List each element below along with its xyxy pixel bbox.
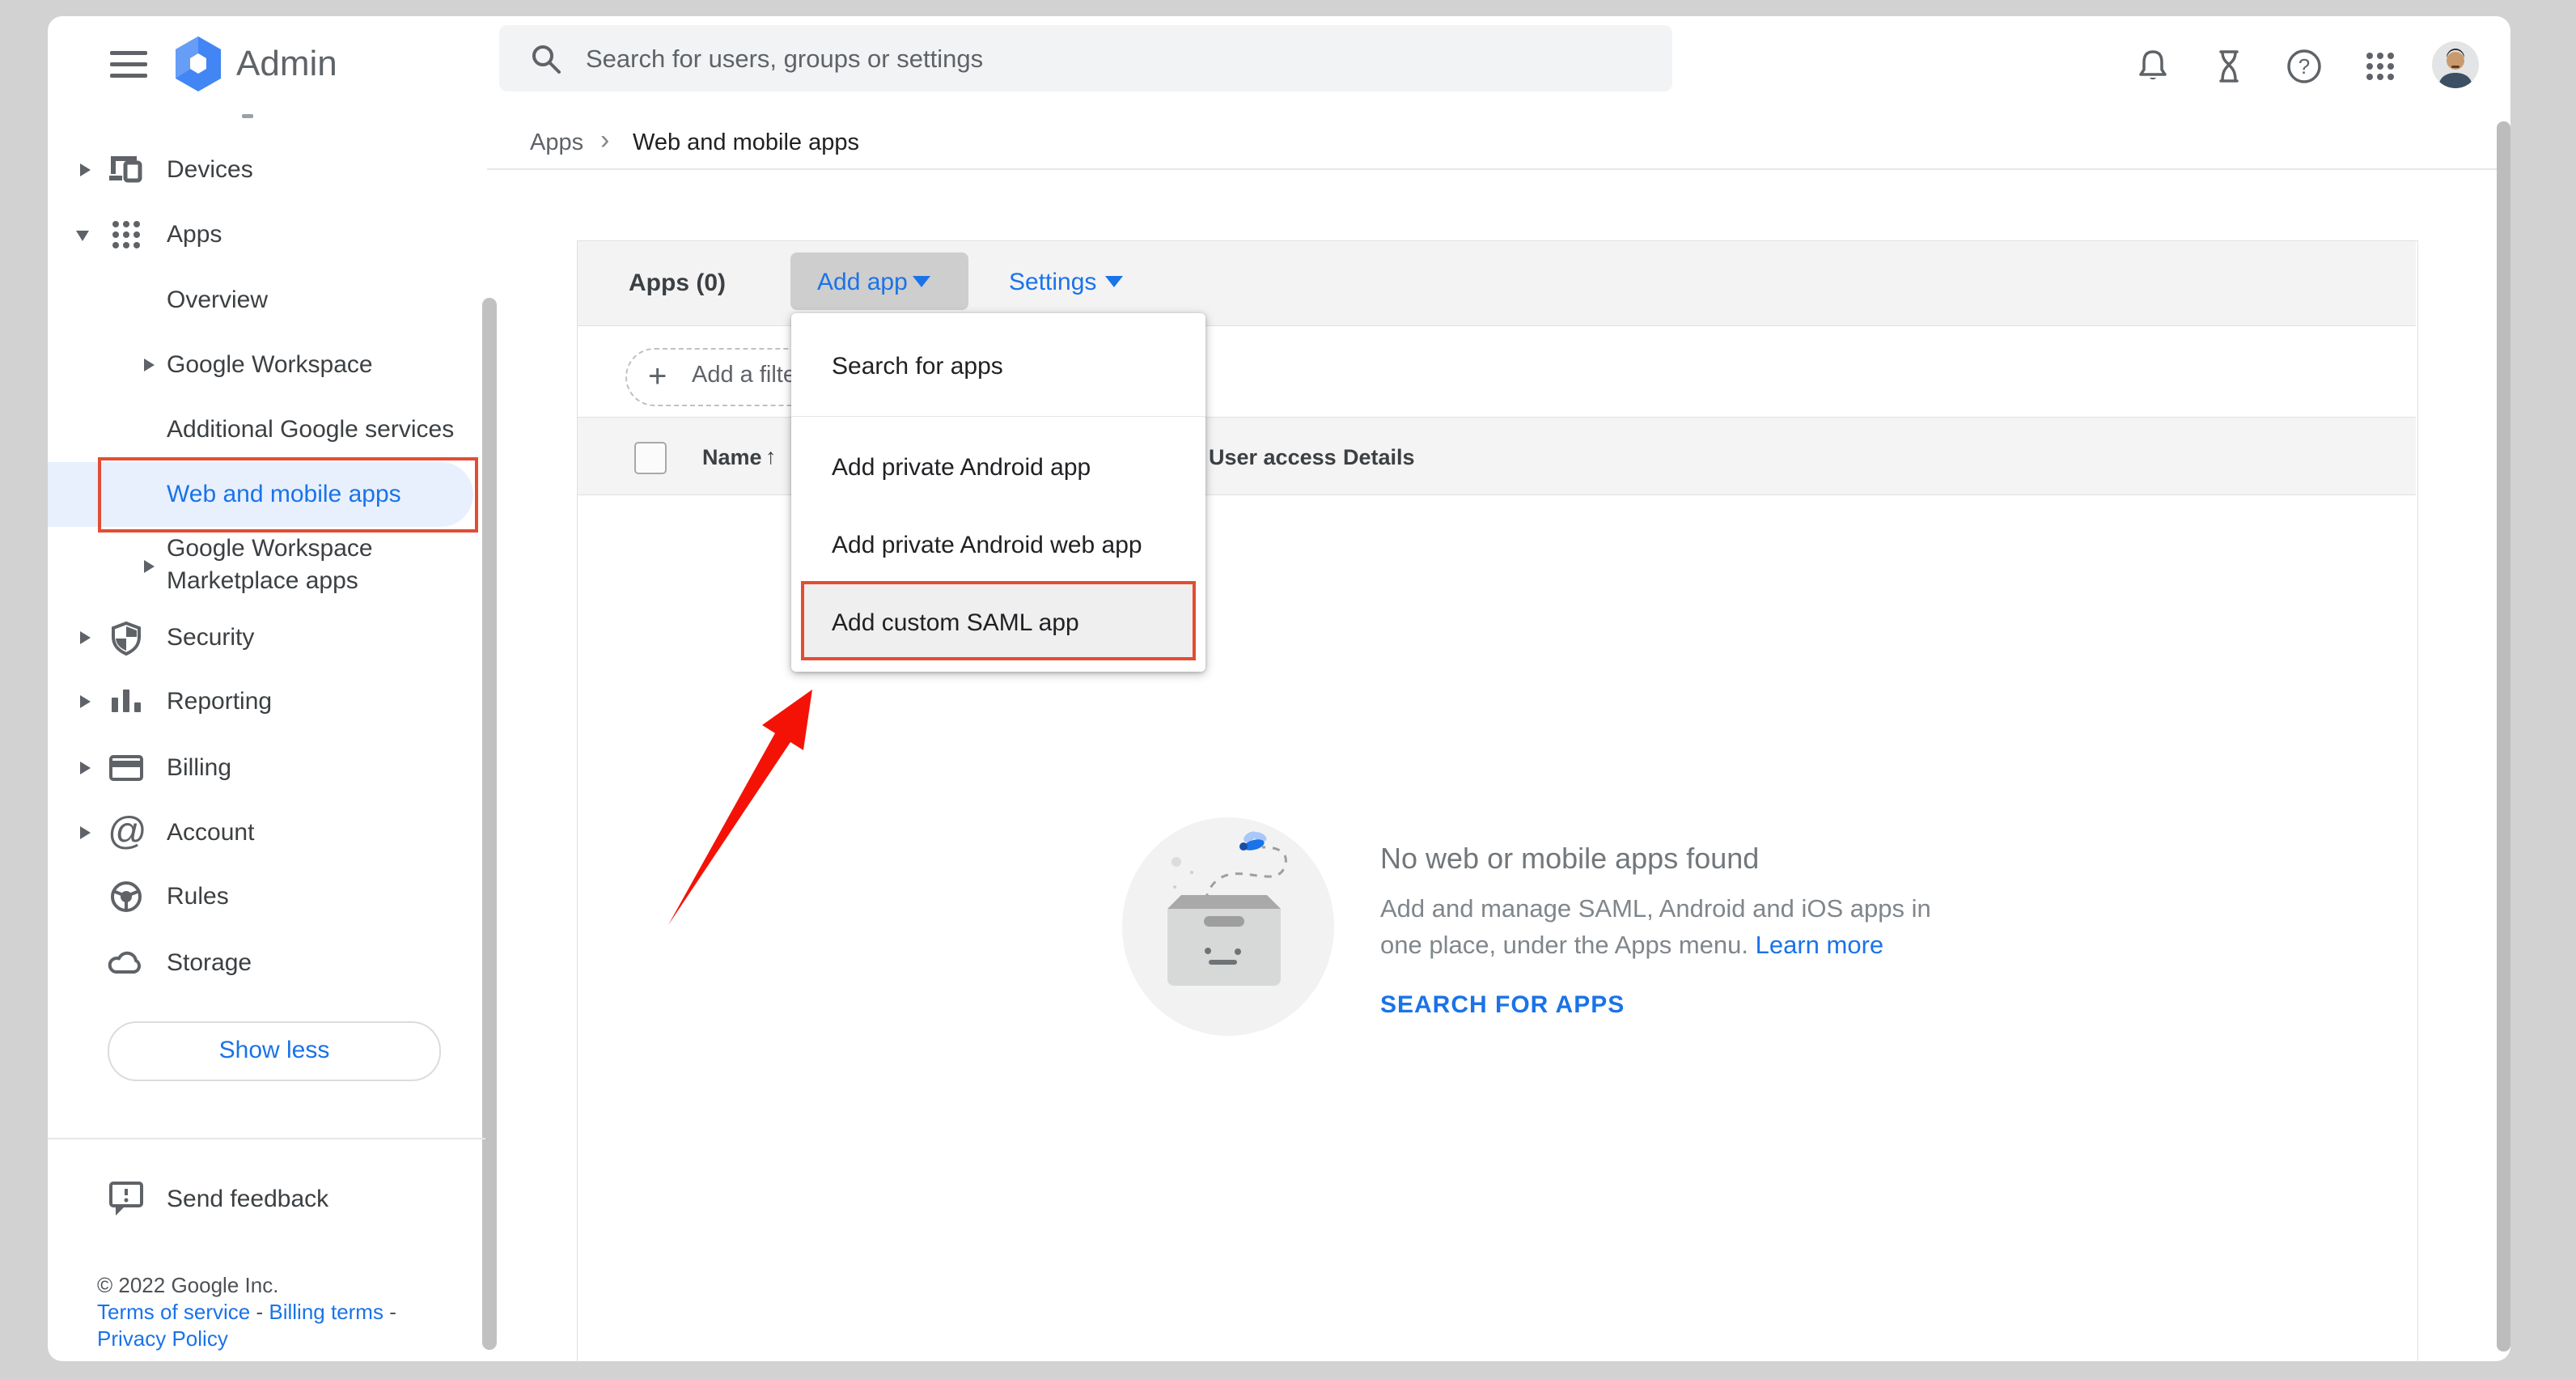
user-avatar[interactable] bbox=[2432, 41, 2479, 88]
chevron-right-icon[interactable] bbox=[144, 359, 155, 371]
breadcrumb-separator-icon: › bbox=[600, 124, 609, 156]
annotation-arrow bbox=[647, 672, 833, 939]
chevron-right-icon[interactable] bbox=[80, 163, 91, 176]
add-app-button-label[interactable]: Add app bbox=[817, 265, 908, 300]
privacy-policy-link[interactable]: Privacy Policy bbox=[97, 1326, 228, 1351]
chevron-down-icon[interactable] bbox=[76, 231, 89, 241]
main-scrollbar[interactable] bbox=[2497, 121, 2510, 1351]
empty-state-description: Add and manage SAML, Android and iOS app… bbox=[1380, 890, 1963, 963]
show-less-button[interactable]: Show less bbox=[108, 1021, 441, 1081]
sidebar-scrollbar[interactable] bbox=[482, 298, 497, 1350]
notifications-icon[interactable] bbox=[2133, 47, 2172, 86]
sidebar-item-apps[interactable]: Apps bbox=[167, 217, 222, 252]
footer-links: Terms of service - Billing terms - Priva… bbox=[97, 1299, 453, 1352]
billing-card-icon bbox=[109, 751, 143, 785]
sidebar-item-rules[interactable]: Rules bbox=[167, 879, 229, 914]
select-all-checkbox[interactable] bbox=[634, 442, 667, 474]
sidebar-footer-divider bbox=[48, 1138, 485, 1139]
column-header-details[interactable]: Details bbox=[1343, 441, 1415, 473]
chevron-right-icon[interactable] bbox=[80, 826, 91, 839]
sidebar-item-google-workspace[interactable]: Google Workspace bbox=[167, 347, 373, 383]
svg-text:?: ? bbox=[2298, 54, 2310, 78]
settings-button[interactable]: Settings bbox=[1009, 265, 1096, 300]
column-header-name[interactable]: Name bbox=[702, 441, 762, 473]
empty-state-line1: Add and manage SAML, Android and iOS app… bbox=[1380, 894, 1931, 923]
chevron-right-icon[interactable] bbox=[80, 631, 91, 644]
sidebar-item-gw-marketplace-apps[interactable]: Google Workspace Marketplace apps bbox=[167, 533, 442, 597]
sidebar-item-storage[interactable]: Storage bbox=[167, 945, 252, 981]
security-shield-icon bbox=[109, 621, 143, 656]
empty-state-title: No web or mobile apps found bbox=[1380, 840, 1759, 877]
menu-item-search-for-apps[interactable]: Search for apps bbox=[832, 349, 1003, 384]
storage-cloud-icon bbox=[108, 946, 145, 980]
search-icon bbox=[528, 41, 564, 77]
breadcrumb-parent[interactable]: Apps bbox=[530, 126, 583, 159]
sidebar-item-security[interactable]: Security bbox=[167, 620, 254, 656]
sidebar-item-account[interactable]: Account bbox=[167, 815, 254, 851]
copyright-text: © 2022 Google Inc. bbox=[97, 1272, 278, 1299]
help-icon[interactable]: ? bbox=[2285, 47, 2324, 86]
apps-icon bbox=[109, 218, 143, 252]
search-for-apps-link[interactable]: SEARCH FOR APPS bbox=[1380, 989, 1625, 1021]
product-title: Admin bbox=[236, 36, 337, 92]
scrolled-item-sliver bbox=[242, 114, 253, 118]
apps-grid-icon[interactable] bbox=[2361, 47, 2400, 86]
chevron-right-icon[interactable] bbox=[144, 560, 155, 573]
menu-divider bbox=[791, 416, 1205, 417]
rules-icon bbox=[109, 880, 143, 914]
reporting-chart-icon bbox=[109, 685, 143, 719]
devices-icon bbox=[108, 153, 145, 189]
account-at-icon: @ bbox=[108, 809, 147, 855]
menu-item-add-private-android-web-app[interactable]: Add private Android web app bbox=[832, 528, 1142, 563]
chevron-right-icon[interactable] bbox=[80, 762, 91, 774]
add-app-dropdown-menu: Search for apps Add private Android app … bbox=[791, 313, 1205, 672]
global-search bbox=[499, 25, 1672, 91]
sidebar-item-additional-google-services[interactable]: Additional Google services bbox=[167, 412, 454, 448]
google-admin-console: Admin ? Apps › bbox=[0, 0, 2576, 1379]
footer-separator: - bbox=[250, 1300, 269, 1324]
terms-of-service-link[interactable]: Terms of service bbox=[97, 1300, 250, 1324]
menu-item-add-custom-saml-app[interactable]: Add custom SAML app bbox=[832, 605, 1079, 641]
breadcrumb-current: Web and mobile apps bbox=[633, 126, 859, 159]
add-app-dropdown-arrow-icon[interactable] bbox=[913, 276, 930, 287]
sort-ascending-icon[interactable]: ↑ bbox=[765, 440, 777, 473]
sidebar-item-overview[interactable]: Overview bbox=[167, 282, 268, 318]
send-feedback-button[interactable]: Send feedback bbox=[167, 1182, 328, 1217]
sidebar-item-reporting[interactable]: Reporting bbox=[167, 684, 272, 719]
tasks-hourglass-icon[interactable] bbox=[2210, 47, 2248, 86]
plus-icon: + bbox=[648, 359, 667, 395]
sidebar-item-billing[interactable]: Billing bbox=[167, 750, 231, 786]
column-header-user-access[interactable]: User access bbox=[1209, 441, 1337, 473]
main-menu-icon[interactable] bbox=[110, 51, 147, 78]
annotation-box-web-and-mobile-apps bbox=[98, 457, 478, 533]
empty-box-illustration bbox=[1121, 816, 1339, 1039]
footer-separator: - bbox=[383, 1300, 396, 1324]
menu-item-add-private-android-app[interactable]: Add private Android app bbox=[832, 450, 1091, 486]
learn-more-link[interactable]: Learn more bbox=[1756, 931, 1884, 959]
sidebar-item-devices[interactable]: Devices bbox=[167, 152, 253, 188]
billing-terms-link[interactable]: Billing terms bbox=[269, 1300, 383, 1324]
empty-state-line2: one place, under the Apps menu. bbox=[1380, 931, 1756, 959]
settings-dropdown-arrow-icon[interactable] bbox=[1105, 276, 1123, 287]
breadcrumb-divider bbox=[487, 168, 2497, 170]
add-filter-label: Add a filter bbox=[692, 362, 804, 388]
search-input[interactable] bbox=[584, 25, 1639, 93]
apps-count-title: Apps (0) bbox=[629, 265, 726, 301]
google-admin-logo-icon bbox=[172, 36, 225, 92]
send-feedback-icon bbox=[109, 1182, 143, 1217]
chevron-right-icon[interactable] bbox=[80, 695, 91, 708]
